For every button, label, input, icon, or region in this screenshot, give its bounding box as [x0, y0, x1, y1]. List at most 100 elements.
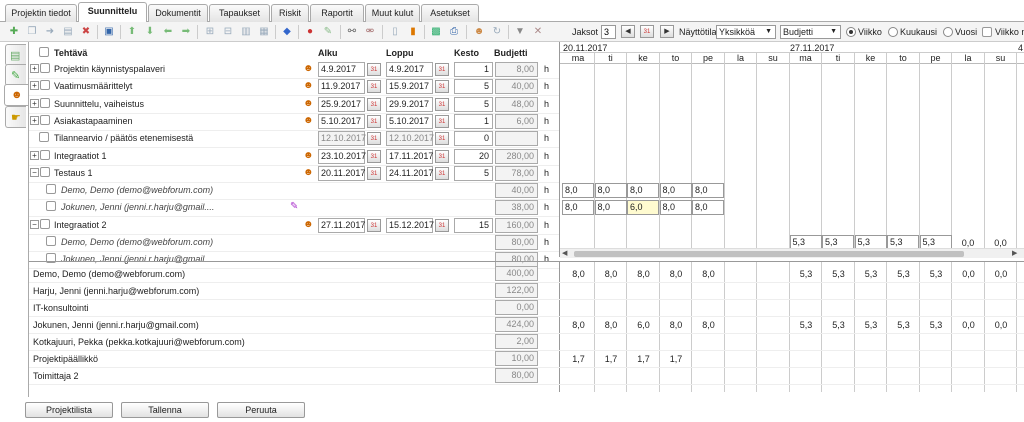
radio-year[interactable] [943, 27, 953, 37]
row-checkbox[interactable] [40, 150, 50, 160]
end-date-input[interactable]: 4.9.2017 [386, 62, 433, 77]
calendar-icon[interactable]: 31 [435, 167, 449, 180]
tab-cases[interactable]: Tapaukset [209, 4, 270, 22]
work-hours-input[interactable]: 8,0 [562, 200, 594, 215]
calendar-icon[interactable]: 31 [435, 219, 449, 232]
arrow-left-icon[interactable]: ⬅ [162, 26, 174, 38]
start-date-input[interactable]: 23.10.2017 [318, 149, 366, 164]
column-budget[interactable]: Budjetti [494, 48, 528, 58]
expand-toggle[interactable]: + [30, 64, 39, 73]
duration-input[interactable]: 15 [454, 218, 493, 233]
expand-toggle[interactable]: + [30, 151, 39, 160]
merge-icon[interactable]: ▥ [240, 26, 252, 38]
row-checkbox[interactable] [46, 184, 56, 194]
delete-icon[interactable]: ✖ [80, 26, 92, 38]
duration-input[interactable]: 5 [454, 79, 493, 94]
expand-toggle[interactable]: − [30, 220, 39, 229]
expand-toggle[interactable]: + [30, 99, 39, 108]
calendar-icon[interactable]: 31 [367, 98, 381, 111]
duration-input[interactable]: 20 [454, 149, 493, 164]
calendar-icon[interactable]: 31 [367, 132, 381, 145]
start-date-input[interactable]: 5.10.2017 [318, 114, 365, 129]
work-hours-input[interactable]: 8,0 [659, 183, 692, 198]
edit-icon[interactable]: ✎ [322, 26, 334, 38]
horizontal-scrollbar[interactable]: ◀ ▶ [560, 248, 1024, 258]
calendar-icon[interactable]: 31 [367, 167, 381, 180]
task-name[interactable]: Vaatimusmäärittelyt [54, 81, 132, 91]
calendar-icon[interactable]: 31 [435, 115, 449, 128]
save-button[interactable]: Tallenna [121, 402, 209, 418]
unlink-icon[interactable]: ⚮ [364, 26, 376, 38]
start-date-input[interactable]: 25.9.2017 [318, 97, 365, 112]
columns-icon[interactable]: ▯ [389, 26, 401, 38]
end-date-input[interactable]: 5.10.2017 [386, 114, 433, 129]
paste-icon[interactable]: ➜ [44, 26, 56, 38]
add-icon[interactable]: ✚ [8, 26, 20, 38]
start-date-input[interactable]: 4.9.2017 [318, 62, 365, 77]
print-icon[interactable]: ⎙ [448, 26, 460, 38]
project-list-button[interactable]: Projektilista [25, 402, 113, 418]
end-date-input[interactable]: 24.11.2017 [386, 166, 433, 181]
column-end[interactable]: Loppu [386, 48, 414, 58]
traffic-light-icon[interactable]: ▮ [407, 26, 419, 38]
side-tab-edit[interactable]: ✎ [5, 64, 26, 86]
duration-input[interactable]: 1 [454, 114, 493, 129]
week-number-checkbox[interactable] [982, 27, 992, 37]
calendar-icon[interactable]: 31 [367, 219, 381, 232]
resource-person-icon[interactable]: ☻ [303, 219, 315, 231]
side-tab-allocation[interactable]: ☛ [5, 106, 26, 128]
calendar-icon[interactable]: 31 [435, 63, 449, 76]
resource-icon[interactable]: ☻ [473, 26, 485, 38]
calendar-icon[interactable]: 31 [435, 80, 449, 93]
end-date-input[interactable]: 15.9.2017 [386, 79, 433, 94]
expand-toggle[interactable]: + [30, 81, 39, 90]
task-name[interactable]: Jokunen, Jenni (jenni.r.harju@gmail.... [61, 254, 214, 264]
column-task[interactable]: Tehtävä [54, 48, 87, 58]
scrollbar-thumb[interactable] [574, 251, 964, 257]
resource-person-icon[interactable]: ☻ [303, 167, 315, 179]
task-name[interactable]: Testaus 1 [54, 168, 93, 178]
task-name[interactable]: Projektin käynnistyspalaveri [54, 64, 165, 74]
milestone-icon[interactable]: ◆ [281, 26, 293, 38]
task-name[interactable]: Demo, Demo (demo@webforum.com) [61, 185, 213, 195]
work-hours-input[interactable]: 8,0 [692, 200, 724, 215]
grid-icon[interactable]: ⊞ [204, 26, 216, 38]
row-checkbox[interactable] [40, 167, 50, 177]
duration-input[interactable]: 0 [454, 131, 493, 146]
tab-planning[interactable]: Suunnittelu [78, 2, 147, 23]
work-hours-input[interactable]: 8,0 [692, 183, 724, 198]
end-date-input[interactable]: 12.10.2017 [386, 131, 434, 146]
row-checkbox[interactable] [40, 63, 50, 73]
duration-input[interactable]: 5 [454, 97, 493, 112]
stop-icon[interactable]: ● [304, 26, 316, 38]
tab-project-info[interactable]: Projektin tiedot [5, 4, 77, 22]
task-name[interactable]: Jokunen, Jenni (jenni.r.harju@gmail.... [61, 202, 214, 212]
end-date-input[interactable]: 15.12.2017 [386, 218, 434, 233]
column-duration[interactable]: Kesto [454, 48, 479, 58]
task-name[interactable]: Tilannearvio / päätös etenemisestä [54, 133, 193, 143]
clear-filter-icon[interactable]: ✕ [532, 26, 544, 38]
excel-icon[interactable]: ▩ [430, 26, 442, 38]
row-checkbox[interactable] [40, 219, 50, 229]
row-checkbox[interactable] [46, 201, 56, 211]
row-checkbox[interactable] [39, 132, 49, 142]
task-name[interactable]: Suunnittelu, vaiheistus [54, 99, 144, 109]
end-date-input[interactable]: 29.9.2017 [386, 97, 433, 112]
column-start[interactable]: Alku [318, 48, 338, 58]
duration-input[interactable]: 1 [454, 62, 493, 77]
save-icon[interactable]: ▣ [103, 26, 115, 38]
scroll-left-icon[interactable]: ◀ [562, 249, 567, 257]
split-icon[interactable]: ⊟ [222, 26, 234, 38]
resource-person-icon[interactable]: ☻ [303, 80, 315, 92]
task-name[interactable]: Demo, Demo (demo@webforum.com) [61, 237, 213, 247]
resource-person-icon[interactable]: ☻ [303, 98, 315, 110]
clipboard-icon[interactable]: ▤ [62, 26, 74, 38]
arrow-up-icon[interactable]: ⬆ [126, 26, 138, 38]
work-hours-input[interactable]: 8,0 [594, 183, 627, 198]
resource-person-icon[interactable]: ☻ [303, 115, 315, 127]
calendar-icon[interactable]: 31 [435, 132, 449, 145]
filter-icon[interactable]: ▼ [514, 26, 526, 38]
resource-person-icon[interactable]: ☻ [303, 63, 315, 75]
cancel-button[interactable]: Peruuta [217, 402, 305, 418]
radio-week[interactable] [846, 27, 856, 37]
